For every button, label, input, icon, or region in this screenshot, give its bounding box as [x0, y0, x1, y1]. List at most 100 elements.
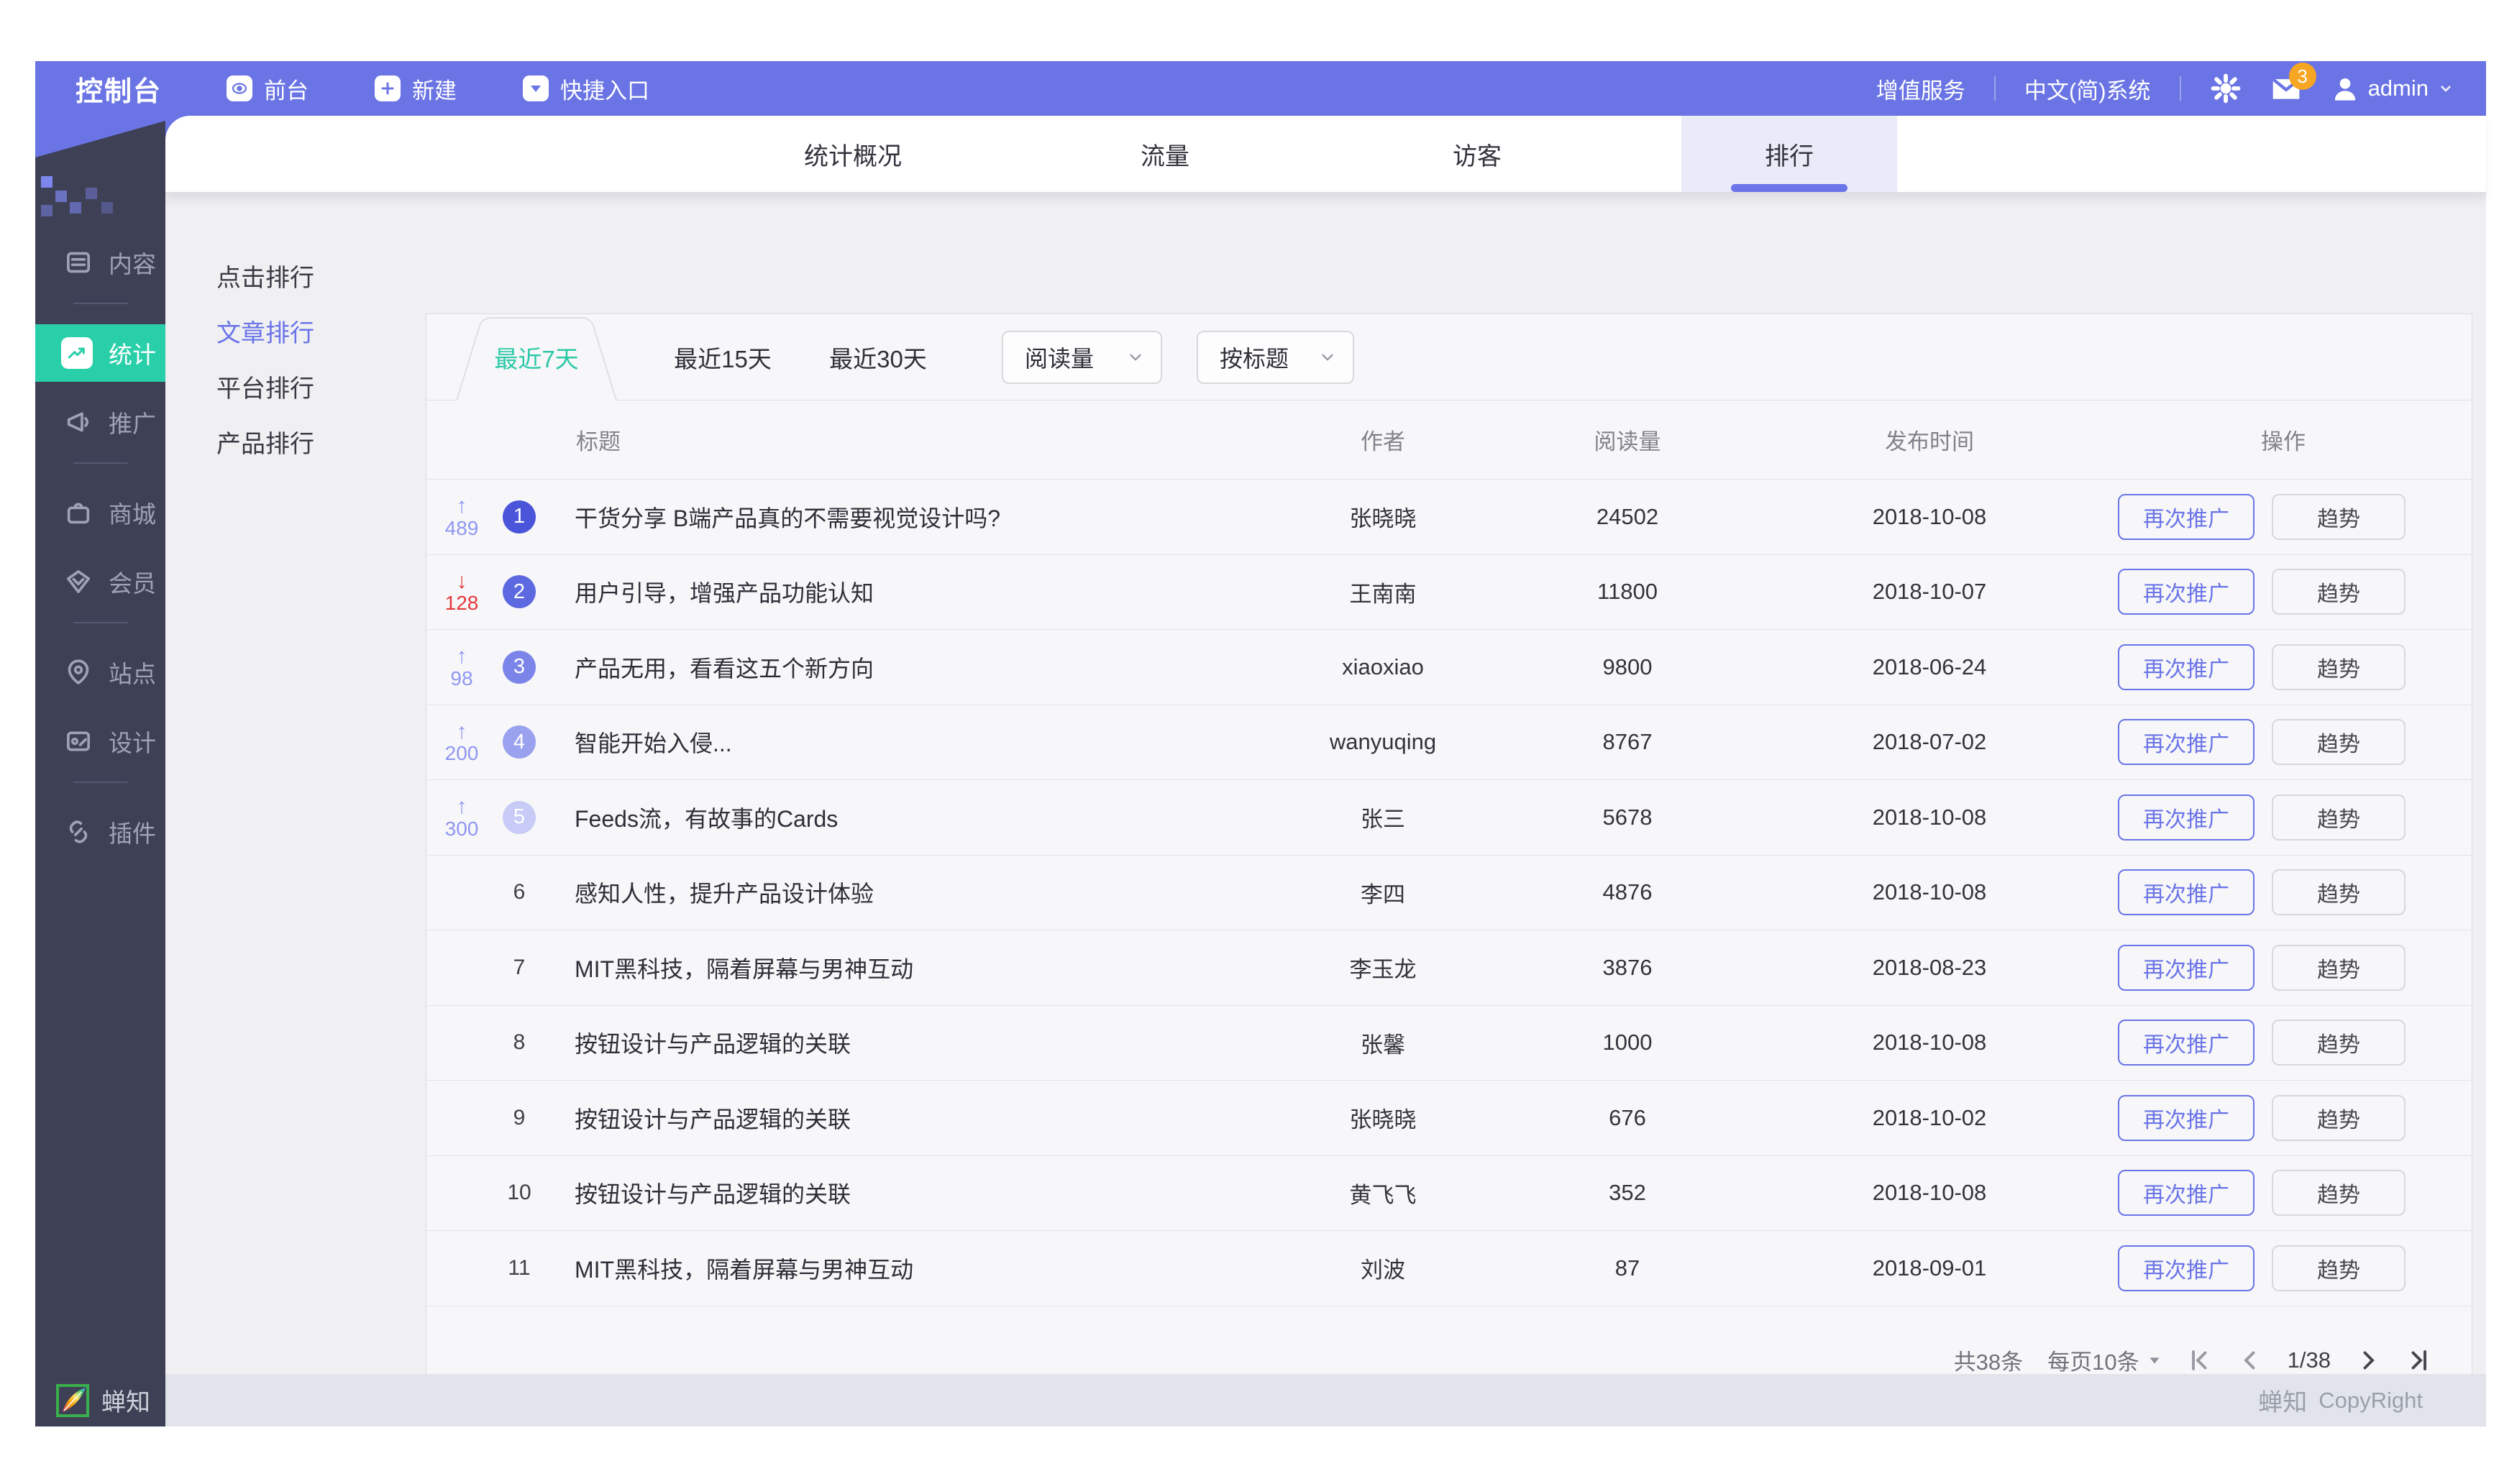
per-page-select[interactable]: 每页10条 — [2047, 1344, 2162, 1376]
sidebar-item-设计[interactable]: 设计 — [35, 713, 165, 770]
footer-brand: 蝉知 — [2258, 1389, 2308, 1416]
rank-change: ↑ 98 — [450, 644, 473, 690]
author-cell: 黄飞飞 — [1349, 1182, 1417, 1208]
promote-again-button[interactable]: 再次推广 — [2118, 1245, 2255, 1291]
next-page-icon[interactable] — [2355, 1347, 2381, 1373]
tab-访客[interactable]: 访客 — [1369, 116, 1585, 192]
date-tab-最近30天[interactable]: 最近30天 — [821, 340, 936, 375]
mail-icon[interactable]: 3 — [2270, 63, 2316, 104]
sidebar-item-label: 插件 — [109, 820, 156, 847]
trend-button[interactable]: 趋势 — [2272, 944, 2406, 991]
promote-again-button[interactable]: 再次推广 — [2118, 1170, 2255, 1217]
trend-button[interactable]: 趋势 — [2272, 643, 2406, 690]
actions-cell: 再次推广 趋势 — [2095, 643, 2472, 690]
filter-select-阅读量[interactable]: 阅读量 — [1002, 331, 1162, 384]
article-title-link[interactable]: MIT黑科技，隔着屏幕与男神互动 — [556, 1252, 1275, 1285]
sidebar-item-内容[interactable]: 内容 — [35, 234, 165, 291]
trend-button[interactable]: 趋势 — [2272, 869, 2406, 916]
pixel-decoration — [101, 202, 113, 214]
prev-page-icon[interactable] — [2237, 1347, 2263, 1373]
article-title-link[interactable]: MIT黑科技，隔着屏幕与男神互动 — [556, 951, 1275, 984]
filter-select-按标题[interactable]: 按标题 — [1197, 331, 1354, 384]
side-menu-item-文章排行[interactable]: 文章排行 — [216, 303, 314, 359]
author-cell: 张晓晓 — [1349, 1107, 1417, 1133]
reads-cell: 3876 — [1602, 954, 1653, 980]
promote-again-button[interactable]: 再次推广 — [2118, 493, 2255, 540]
main-area: 统计概况 流量 访客 排行 点击排行 文章排行 平台排行 产品排行 最近7天 最近15天 最近3… — [165, 116, 2486, 1426]
publish-date-cell: 2018-08-23 — [1872, 954, 1987, 980]
promote-again-button[interactable]: 再次推广 — [2118, 794, 2255, 841]
tab-统计概况[interactable]: 统计概况 — [745, 116, 961, 192]
side-menu-item-点击排行[interactable]: 点击排行 — [216, 248, 314, 303]
sidebar-item-会员[interactable]: 会员 — [35, 553, 165, 610]
rank-badge-slot: 1 — [490, 500, 549, 533]
promote-again-button[interactable]: 再次推广 — [2118, 719, 2255, 766]
trend-button[interactable]: 趋势 — [2272, 1170, 2406, 1217]
article-title-link[interactable]: 产品无用，看看这五个新方向 — [556, 651, 1275, 684]
sidebar-item-推广[interactable]: 推广 — [35, 393, 165, 451]
last-page-icon[interactable] — [2406, 1347, 2431, 1373]
publish-date-cell: 2018-10-08 — [1872, 879, 1987, 905]
admin-name: admin — [2367, 75, 2429, 101]
sidebar-item-站点[interactable]: 站点 — [35, 643, 165, 701]
article-title-link[interactable]: Feeds流，有故事的Cards — [556, 801, 1275, 834]
design-icon — [64, 727, 93, 756]
trend-button[interactable]: 趋势 — [2272, 794, 2406, 841]
article-title-link[interactable]: 干货分享 B端产品真的不需要视觉设计吗? — [556, 500, 1275, 533]
publish-date-cell: 2018-06-24 — [1872, 654, 1987, 679]
table-row: 6 感知人性，提升产品设计体验 李四 4876 2018-10-08 再次推广 趋势 — [426, 856, 2472, 930]
author-cell: 李玉龙 — [1349, 957, 1417, 983]
sidebar-item-label: 站点 — [109, 661, 156, 687]
gear-icon[interactable] — [2210, 73, 2242, 104]
topbar-divider — [2179, 76, 2181, 101]
table-row: ↓ 128 2 用户引导，增强产品功能认知 王南南 11800 2018-10-07 再次推广… — [426, 555, 2472, 630]
topbar-menu-item-快捷入口[interactable]: 快捷入口 — [523, 73, 649, 105]
rank-change: ↓ 128 — [444, 569, 479, 615]
date-tab-active[interactable]: 最近7天 — [452, 314, 621, 400]
sidebar-item-商城[interactable]: 商城 — [35, 484, 165, 541]
promote-again-button[interactable]: 再次推广 — [2118, 569, 2255, 615]
trend-button[interactable]: 趋势 — [2272, 1245, 2406, 1291]
article-title-link[interactable]: 感知人性，提升产品设计体验 — [556, 876, 1275, 909]
reads-cell: 4876 — [1602, 879, 1653, 905]
column-header-操作: 操作 — [2261, 429, 2306, 454]
promote-again-button[interactable]: 再次推广 — [2118, 869, 2255, 916]
publish-date-cell: 2018-10-07 — [1872, 579, 1987, 605]
sidebar-brand: 蝉知 — [101, 1389, 150, 1416]
trend-button[interactable]: 趋势 — [2272, 569, 2406, 615]
trend-button[interactable]: 趋势 — [2272, 719, 2406, 766]
language-link[interactable]: 中文(简)系统 — [2024, 73, 2151, 105]
sidebar-item-统计[interactable]: 统计 — [35, 324, 165, 382]
promote-again-button[interactable]: 再次推广 — [2118, 1020, 2255, 1066]
content-area: 点击排行 文章排行 平台排行 产品排行 最近7天 最近15天 最近30天 阅读量 按标题 标题… — [165, 192, 2486, 1415]
sidebar-item-插件[interactable]: 插件 — [35, 803, 165, 861]
select-chevron-icon — [1318, 348, 1337, 367]
topbar-menu-item-前台[interactable]: 前台 — [227, 73, 309, 105]
tab-排行[interactable]: 排行 — [1681, 116, 1897, 192]
trend-button[interactable]: 趋势 — [2272, 1020, 2406, 1066]
trend-button[interactable]: 趋势 — [2272, 1094, 2406, 1141]
admin-menu[interactable]: admin — [2331, 74, 2454, 103]
promote-again-button[interactable]: 再次推广 — [2118, 944, 2255, 991]
article-title-link[interactable]: 按钮设计与产品逻辑的关联 — [556, 1101, 1275, 1135]
promote-again-button[interactable]: 再次推广 — [2118, 1094, 2255, 1141]
first-page-icon[interactable] — [2187, 1347, 2213, 1373]
article-title-link[interactable]: 用户引导，增强产品功能认知 — [556, 575, 1275, 608]
article-title-link[interactable]: 按钮设计与产品逻辑的关联 — [556, 1026, 1275, 1059]
date-tab-最近15天[interactable]: 最近15天 — [665, 340, 780, 375]
footer-copyright: CopyRight — [2319, 1387, 2423, 1413]
actions-cell: 再次推广 趋势 — [2095, 719, 2472, 766]
promote-again-button[interactable]: 再次推广 — [2118, 643, 2255, 690]
table-row: ↑ 300 5 Feeds流，有故事的Cards 张三 5678 2018-10-08 再次推… — [426, 780, 2472, 856]
article-title-link[interactable]: 智能开始入侵... — [556, 725, 1275, 759]
publish-date-cell: 2018-09-01 — [1872, 1255, 1987, 1281]
sidebar-item-label: 统计 — [109, 342, 156, 368]
value-added-link[interactable]: 增值服务 — [1876, 73, 1965, 105]
article-title-link[interactable]: 按钮设计与产品逻辑的关联 — [556, 1176, 1275, 1209]
side-menu-item-平台排行[interactable]: 平台排行 — [216, 359, 314, 414]
trend-button[interactable]: 趋势 — [2272, 493, 2406, 540]
topbar-menu-item-新建[interactable]: 新建 — [375, 73, 457, 105]
app-window: 控制台 前台 新建 快捷入口 增值服务 中文(简)系统 3 admin 内容 统… — [35, 61, 2486, 1426]
side-menu-item-产品排行[interactable]: 产品排行 — [216, 414, 314, 470]
tab-流量[interactable]: 流量 — [1057, 116, 1273, 192]
